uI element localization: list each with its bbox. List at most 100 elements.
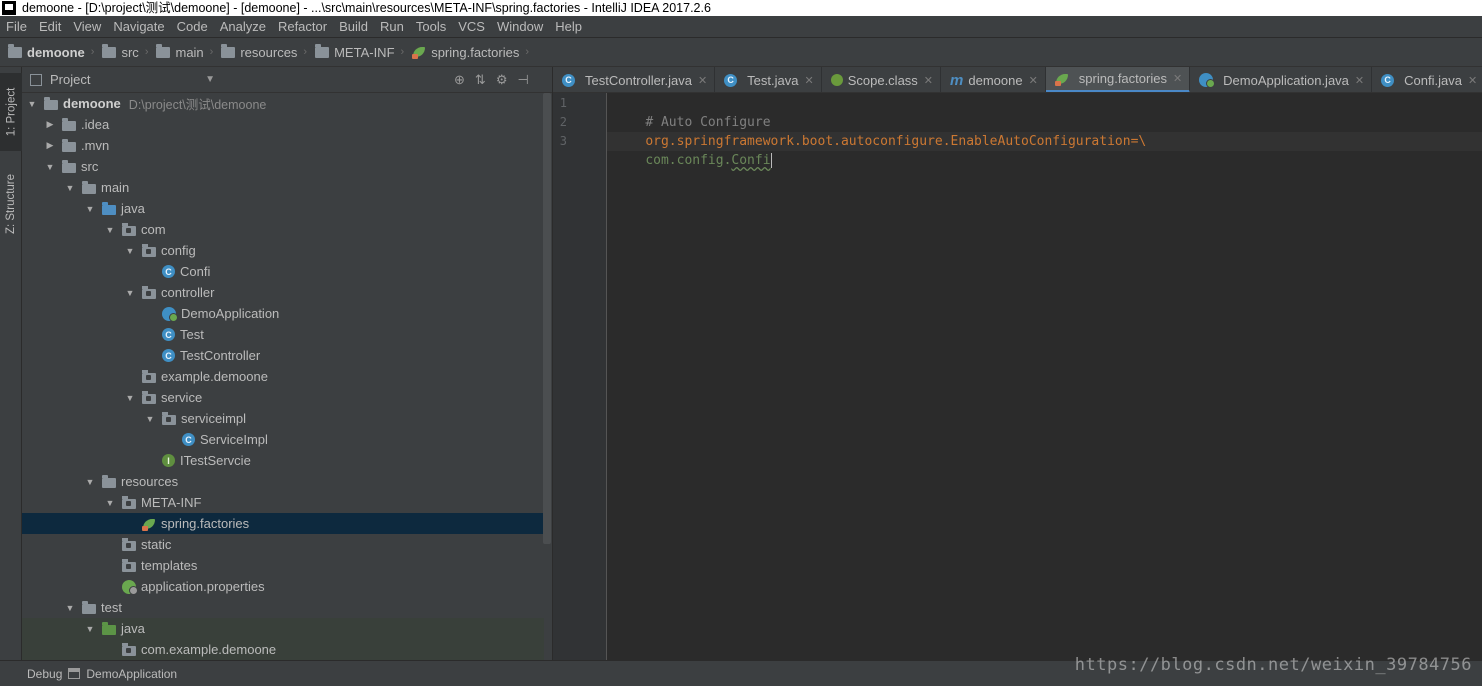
menu-analyze[interactable]: Analyze	[220, 19, 266, 34]
editor-tab-demoone[interactable]: m demoone ✕	[941, 67, 1046, 92]
expand-arrow-icon[interactable]: ▼	[124, 393, 136, 403]
close-icon[interactable]: ✕	[924, 74, 933, 87]
expand-arrow-icon[interactable]: ▼	[104, 225, 116, 235]
breadcrumb-demoone[interactable]: demoone ›	[8, 43, 94, 60]
package-icon	[142, 391, 156, 404]
expand-arrow-icon[interactable]: ▼	[84, 204, 96, 214]
tree-node-confi[interactable]: · C Confi	[22, 261, 544, 282]
tree-node-com[interactable]: ▼ com	[22, 219, 544, 240]
collapsed-arrow-icon[interactable]: ▶	[44, 119, 56, 130]
package-icon	[142, 286, 156, 299]
tree-node-spring-factories[interactable]: · spring.factories	[22, 513, 544, 534]
collapse-all-icon[interactable]: ⇅	[475, 72, 486, 88]
close-icon[interactable]: ✕	[1468, 74, 1477, 87]
scroll-from-source-icon[interactable]: ⊕	[454, 72, 465, 88]
collapsed-arrow-icon[interactable]: ▶	[44, 140, 56, 151]
resources-folder-icon	[102, 475, 116, 488]
tree-node-serviceimpl-pkg[interactable]: ▼ serviceimpl	[22, 408, 544, 429]
editor-tab-testcontroller[interactable]: C TestController.java ✕	[553, 67, 716, 92]
tree-node-resources[interactable]: ▼ resources	[22, 471, 544, 492]
menu-refactor[interactable]: Refactor	[278, 19, 327, 34]
menu-window[interactable]: Window	[497, 19, 543, 34]
tree-node-demoapplication[interactable]: · DemoApplication	[22, 303, 544, 324]
close-icon[interactable]: ✕	[698, 74, 707, 87]
breadcrumb-src[interactable]: src ›	[102, 43, 148, 60]
breadcrumb-resources[interactable]: resources ›	[221, 43, 307, 60]
line-number: 3	[559, 134, 567, 148]
tree-node-meta-inf[interactable]: ▼ META-INF	[22, 492, 544, 513]
tool-tab-structure[interactable]: Z: Structure	[0, 159, 22, 249]
tree-node-controller[interactable]: ▼ controller	[22, 282, 544, 303]
menu-view[interactable]: View	[73, 19, 101, 34]
run-configuration-label[interactable]: DemoApplication	[86, 667, 177, 681]
menu-tools[interactable]: Tools	[416, 19, 446, 34]
menu-bar: File Edit View Navigate Code Analyze Ref…	[0, 16, 1482, 38]
tool-tab-project[interactable]: 1: Project	[0, 73, 22, 151]
menu-edit[interactable]: Edit	[39, 19, 61, 34]
folder-icon	[315, 43, 330, 58]
project-view-selector[interactable]: Project ▼	[30, 72, 215, 87]
tree-node-idea[interactable]: ▶ .idea	[22, 114, 544, 135]
tree-node-test-java[interactable]: ▼ java	[22, 618, 544, 639]
tree-scrollbar[interactable]	[543, 93, 551, 544]
close-icon[interactable]: ✕	[804, 74, 813, 87]
chevron-right-icon: ›	[525, 46, 530, 58]
close-icon[interactable]: ✕	[1355, 74, 1364, 87]
editor-tab-test[interactable]: C Test.java ✕	[715, 67, 822, 92]
tree-node-config[interactable]: ▼ config	[22, 240, 544, 261]
tree-node-test-package[interactable]: · com.example.demoone	[22, 639, 544, 660]
tree-node-templates[interactable]: · templates	[22, 555, 544, 576]
settings-gear-icon[interactable]: ⚙	[496, 72, 508, 88]
code-line-3[interactable]: com.config.Confi	[614, 132, 772, 168]
tree-node-serviceimpl-class[interactable]: · C ServiceImpl	[22, 429, 544, 450]
close-icon[interactable]: ✕	[1173, 72, 1182, 85]
expand-arrow-icon[interactable]: ▼	[84, 477, 96, 487]
expand-arrow-icon[interactable]: ▼	[84, 624, 96, 634]
expand-arrow-icon[interactable]: ▼	[124, 246, 136, 256]
tree-node-test-class[interactable]: · C Test	[22, 324, 544, 345]
expand-arrow-icon[interactable]: ▼	[26, 99, 38, 109]
editor-tab-demoapplication[interactable]: DemoApplication.java ✕	[1190, 67, 1373, 92]
editor-tab-scope[interactable]: Scope.class ✕	[822, 67, 942, 92]
tree-node-src[interactable]: ▼ src	[22, 156, 544, 177]
editor-tab-spring-factories[interactable]: spring.factories ✕	[1045, 67, 1191, 92]
expand-arrow-icon[interactable]: ▼	[104, 498, 116, 508]
folder-icon	[221, 43, 236, 58]
tree-node-application-properties[interactable]: · application.properties	[22, 576, 544, 597]
menu-build[interactable]: Build	[339, 19, 368, 34]
expand-arrow-icon[interactable]: ▼	[64, 183, 76, 193]
menu-help[interactable]: Help	[555, 19, 582, 34]
debug-tool-label[interactable]: Debug	[27, 667, 62, 681]
tree-node-mvn[interactable]: ▶ .mvn	[22, 135, 544, 156]
project-tool-window: Project ▼ ⊕ ⇅ ⚙ ⊣ ▼ demoone D:\project\测…	[22, 67, 553, 660]
menu-run[interactable]: Run	[380, 19, 404, 34]
expand-arrow-icon[interactable]: ▼	[64, 603, 76, 613]
tree-node-example-demoone[interactable]: · example.demoone	[22, 366, 544, 387]
tree-node-java[interactable]: ▼ java	[22, 198, 544, 219]
breadcrumb-meta-inf[interactable]: META-INF ›	[315, 43, 404, 60]
breadcrumb-main[interactable]: main ›	[156, 43, 213, 60]
tree-node-static[interactable]: · static	[22, 534, 544, 555]
tree-node-itestservcie[interactable]: · I ITestServcie	[22, 450, 544, 471]
code-line-1[interactable]: # Auto Configure	[614, 94, 770, 130]
tree-node-demoone[interactable]: ▼ demoone D:\project\测试\demoone	[22, 93, 544, 114]
expand-arrow-icon[interactable]: ▼	[144, 414, 156, 424]
tree-node-service[interactable]: ▼ service	[22, 387, 544, 408]
editor-tab-confi[interactable]: C Confi.java ✕	[1372, 67, 1482, 92]
breadcrumb-spring-factories[interactable]: spring.factories ›	[412, 45, 529, 60]
tree-node-testcontroller[interactable]: · C TestController	[22, 345, 544, 366]
menu-navigate[interactable]: Navigate	[113, 19, 164, 34]
menu-file[interactable]: File	[6, 19, 27, 34]
close-icon[interactable]: ✕	[1029, 74, 1038, 87]
expand-arrow-icon[interactable]: ▼	[44, 162, 56, 172]
folder-icon	[156, 43, 171, 58]
project-view-icon	[30, 73, 42, 86]
menu-vcs[interactable]: VCS	[458, 19, 485, 34]
hide-panel-icon[interactable]: ⊣	[517, 72, 528, 88]
menu-code[interactable]: Code	[177, 19, 208, 34]
expand-arrow-icon[interactable]: ▼	[124, 288, 136, 298]
tree-node-test[interactable]: ▼ test	[22, 597, 544, 618]
code-editor[interactable]: 1 2 3 # Auto Configure org.springframewo…	[553, 93, 1482, 660]
tree-node-main[interactable]: ▼ main	[22, 177, 544, 198]
code-line-2[interactable]: org.springframework.boot.autoconfigure.E…	[614, 113, 1146, 149]
